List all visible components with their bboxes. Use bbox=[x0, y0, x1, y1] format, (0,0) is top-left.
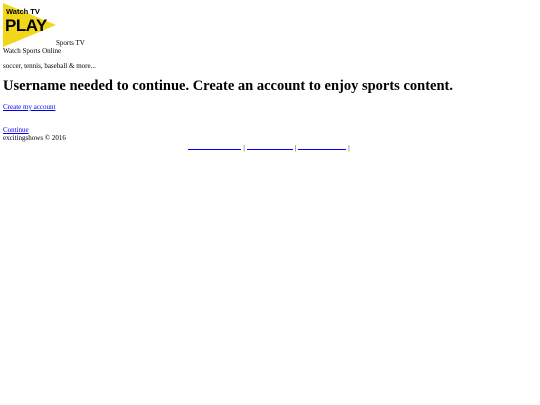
sports-list-text: soccer, tennis, baseball & more... bbox=[3, 62, 96, 70]
footer-separator: | bbox=[243, 144, 245, 152]
page: Watch TV PLAY Sports TV Watch Sports Onl… bbox=[0, 0, 540, 405]
page-heading: Username needed to continue. Create an a… bbox=[3, 78, 453, 94]
logo-line1: Watch TV bbox=[6, 7, 40, 16]
footer-links: | | | bbox=[0, 142, 540, 152]
logo-line2: PLAY bbox=[5, 16, 48, 35]
footer-separator: | bbox=[294, 144, 297, 152]
site-header: Watch TV PLAY Sports TV Watch Sports Onl… bbox=[3, 3, 203, 58]
copyright-text: excitingshows © 2016 bbox=[3, 134, 66, 142]
footer-link-2[interactable] bbox=[246, 142, 293, 150]
create-account-link[interactable]: Create my account bbox=[3, 103, 55, 111]
footer-link-1[interactable] bbox=[188, 142, 242, 150]
footer-separator: | bbox=[348, 144, 350, 152]
site-tagline: Watch Sports Online bbox=[3, 47, 62, 55]
continue-link[interactable]: Continue bbox=[3, 126, 29, 134]
logo-watch-tv-play[interactable]: Watch TV PLAY bbox=[3, 3, 56, 47]
site-name: Sports TV bbox=[56, 39, 85, 47]
footer-link-3[interactable] bbox=[298, 142, 347, 150]
